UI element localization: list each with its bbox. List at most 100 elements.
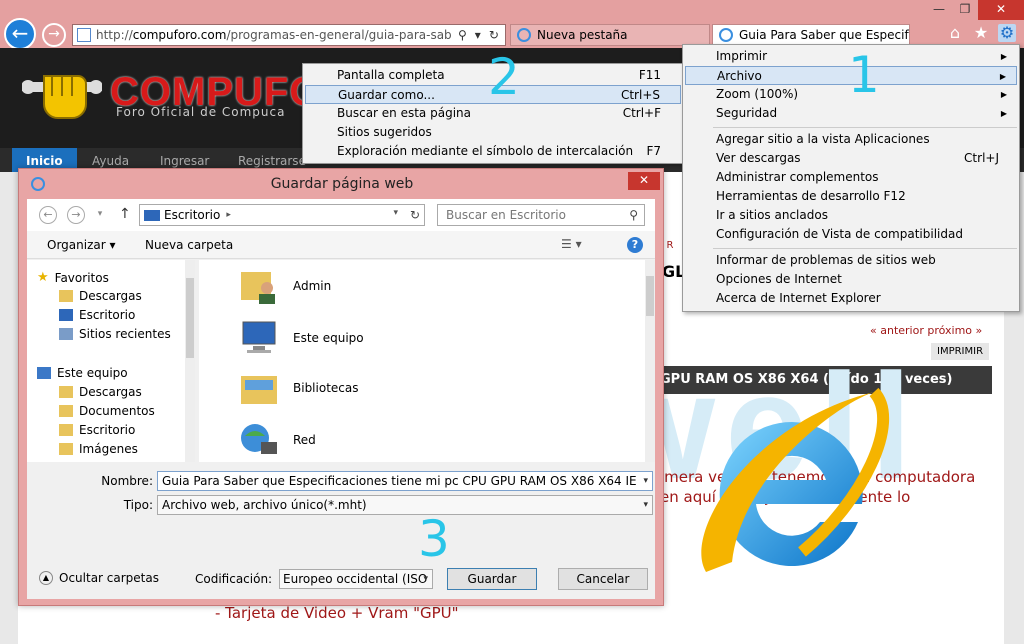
- tree-scrollbar[interactable]: [185, 260, 195, 462]
- tree-item-escritorio[interactable]: Escritorio: [59, 423, 135, 437]
- menu-item-dev-tools[interactable]: Herramientas de desarrollo F12: [685, 187, 1017, 206]
- refresh-icon[interactable]: ↻: [489, 28, 499, 42]
- file-list-scrollbar[interactable]: [645, 260, 655, 462]
- menu-item-compatibilidad[interactable]: Configuración de Vista de compatibilidad: [685, 225, 1017, 244]
- libraries-folder-icon: [241, 376, 277, 404]
- dropdown-icon[interactable]: ▾: [475, 28, 481, 42]
- menu-item-buscar[interactable]: Buscar en esta página Ctrl+F: [305, 104, 681, 123]
- tab-label: Guia Para Saber que Especif...: [739, 28, 910, 42]
- dialog-nav-row: ← → ▾ ↑ Escritorio ▸ ▾ ↻ Buscar en Escri…: [27, 199, 655, 231]
- help-icon[interactable]: ?: [627, 237, 643, 253]
- prev-next-links[interactable]: « anterior próximo »: [870, 324, 982, 337]
- menu-item-acerca-de[interactable]: Acerca de Internet Explorer: [685, 289, 1017, 308]
- codificacion-select[interactable]: Europeo occidental (ISO ▾: [279, 569, 433, 589]
- gear-icon[interactable]: ⚙: [998, 24, 1016, 42]
- download-folder-icon: [59, 290, 73, 302]
- tree-item-documentos[interactable]: Documentos: [59, 404, 155, 418]
- list-item[interactable]: Red: [239, 420, 539, 460]
- chevron-up-icon: ▲: [39, 571, 53, 585]
- submenu-arrow-icon: ▶: [1000, 52, 1007, 61]
- star-icon[interactable]: ★: [972, 24, 990, 42]
- arrow-left-icon: ←: [43, 208, 53, 221]
- ocultar-carpetas-button[interactable]: ▲ Ocultar carpetas: [39, 571, 159, 585]
- menu-item-sitios-sugeridos[interactable]: Sitios sugeridos: [305, 123, 681, 142]
- tree-item-favoritos[interactable]: ★ Favoritos: [37, 270, 109, 285]
- tree-item-imagenes[interactable]: Imágenes: [59, 442, 138, 456]
- address-url[interactable]: http://compuforo.com/programas-en-genera…: [96, 28, 452, 42]
- scrollbar-thumb[interactable]: [186, 278, 194, 358]
- post-text-line: - Tarjeta de Video + Vram "GPU": [215, 604, 459, 622]
- organizar-button[interactable]: Organizar ▾: [47, 238, 116, 252]
- tipo-select[interactable]: Archivo web, archivo único(*.mht) ▾: [157, 495, 653, 515]
- cancelar-button[interactable]: Cancelar: [558, 568, 648, 590]
- view-options-icon[interactable]: ☰ ▾: [561, 237, 582, 251]
- nombre-field[interactable]: Guia Para Saber que Especificaciones tie…: [157, 471, 653, 491]
- list-item[interactable]: Este equipo: [239, 318, 539, 358]
- chevron-down-icon: ▾: [643, 500, 648, 510]
- menu-item-agregar-sitio[interactable]: Agregar sitio a la vista Aplicaciones: [685, 130, 1017, 149]
- page-icon: [719, 28, 733, 42]
- dialog-back-button[interactable]: ←: [39, 206, 57, 224]
- menu-item-sitios-anclados[interactable]: Ir a sitios anclados: [685, 206, 1017, 225]
- search-icon[interactable]: ⚲: [458, 28, 467, 42]
- menu-item-ver-descargas[interactable]: Ver descargas Ctrl+J: [685, 149, 1017, 168]
- nueva-carpeta-button[interactable]: Nueva carpeta: [145, 238, 233, 252]
- tree-item-este-equipo[interactable]: Este equipo: [37, 366, 128, 380]
- tree-item-descargas[interactable]: Descargas: [59, 385, 142, 399]
- menu-item-seguridad[interactable]: Seguridad ▶: [685, 104, 1017, 123]
- tree-item-escritorio[interactable]: Escritorio: [59, 308, 135, 322]
- browser-toolbar: ← → http://compuforo.com/programas-en-ge…: [0, 0, 1024, 50]
- dialog-close-button[interactable]: ✕: [628, 172, 660, 190]
- arrow-right-icon: →: [48, 26, 60, 42]
- recent-places-icon: [59, 328, 73, 340]
- print-button[interactable]: IMPRIMIR: [931, 343, 990, 360]
- menu-item-complementos[interactable]: Administrar complementos: [685, 168, 1017, 187]
- chevron-down-icon[interactable]: ▾: [393, 208, 398, 218]
- star-icon: ★: [37, 270, 49, 285]
- computer-icon: [37, 367, 51, 379]
- scrollbar-thumb[interactable]: [646, 276, 654, 316]
- menu-item-informar[interactable]: Informar de problemas de sitios web: [685, 251, 1017, 270]
- dialog-search-input[interactable]: Buscar en Escritorio ⚲: [437, 204, 645, 226]
- tab-active[interactable]: Guia Para Saber que Especif... ✕: [712, 24, 910, 46]
- home-icon[interactable]: ⌂: [946, 24, 964, 42]
- save-dialog: Guardar página web ✕ ← → ▾ ↑ Escritorio …: [18, 168, 664, 606]
- list-item[interactable]: Admin: [239, 266, 539, 306]
- menu-separator: [713, 248, 1017, 249]
- chevron-down-icon[interactable]: ▾: [91, 206, 109, 224]
- menu-item-exploracion-caret[interactable]: Exploración mediante el símbolo de inter…: [305, 142, 681, 161]
- restore-button[interactable]: ❐: [952, 0, 978, 20]
- tab-label: Nueva pestaña: [537, 28, 628, 42]
- up-arrow-icon[interactable]: ↑: [119, 206, 131, 222]
- back-button[interactable]: ←: [4, 18, 36, 50]
- chevron-down-icon[interactable]: ▾: [643, 472, 648, 490]
- list-item[interactable]: Bibliotecas: [239, 368, 539, 408]
- documents-folder-icon: [59, 405, 73, 417]
- close-icon: ✕: [638, 173, 650, 187]
- arrow-left-icon: ←: [11, 21, 29, 45]
- tree-item-descargas[interactable]: Descargas: [59, 289, 142, 303]
- tree-item-sitios-recientes[interactable]: Sitios recientes: [59, 327, 171, 341]
- forward-button[interactable]: →: [42, 23, 66, 47]
- minimize-button[interactable]: —: [926, 0, 952, 20]
- guardar-button[interactable]: Guardar: [447, 568, 537, 590]
- submenu-arrow-icon: ▶: [999, 72, 1006, 81]
- path-breadcrumb[interactable]: Escritorio ▸ ▾ ↻: [139, 204, 425, 226]
- step-annotation-1: 1: [848, 46, 880, 104]
- tab-new[interactable]: Nueva pestaña: [510, 24, 710, 46]
- wrench-fist-logo-icon: [22, 75, 102, 119]
- refresh-icon[interactable]: ↻: [410, 208, 420, 222]
- nav-registrarse[interactable]: Registrarse: [238, 154, 306, 168]
- desktop-icon: [59, 309, 73, 321]
- dialog-forward-button[interactable]: →: [67, 206, 85, 224]
- submenu-arrow-icon: ▶: [1000, 109, 1007, 118]
- address-bar[interactable]: http://compuforo.com/programas-en-genera…: [72, 24, 506, 46]
- arrow-right-icon: →: [71, 208, 81, 221]
- nombre-label: Nombre:: [101, 474, 153, 488]
- network-globe-icon: [241, 424, 277, 454]
- dialog-title: Guardar página web: [270, 176, 414, 192]
- close-window-button[interactable]: ✕: [978, 0, 1024, 20]
- nav-ayuda[interactable]: Ayuda: [92, 154, 129, 168]
- nav-ingresar[interactable]: Ingresar: [160, 154, 209, 168]
- menu-item-opciones[interactable]: Opciones de Internet: [685, 270, 1017, 289]
